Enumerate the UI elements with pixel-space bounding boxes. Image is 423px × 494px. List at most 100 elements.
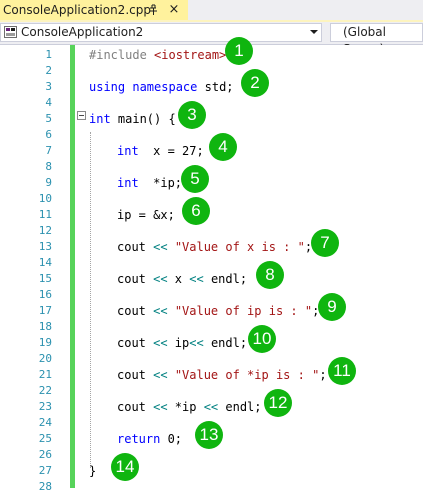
code-token: << xyxy=(153,240,168,254)
code-line-1: #include <iostream> xyxy=(89,47,226,63)
code-token: cout xyxy=(117,240,154,254)
code-token: <iostream> xyxy=(154,48,227,62)
line-number: 11 xyxy=(38,208,52,221)
close-icon[interactable]: × xyxy=(167,3,181,17)
tab-consoleapplication2-cpp[interactable]: ConsoleApplication2.cpp × xyxy=(0,0,188,20)
annotation-badge-1: 1 xyxy=(225,37,253,65)
indent-guide xyxy=(90,132,91,468)
code-token: << xyxy=(153,304,168,318)
line-number: 20 xyxy=(38,352,52,365)
code-token: ip = &x; xyxy=(117,208,175,222)
scope-dropdown[interactable]: (Global Scope) xyxy=(330,23,423,56)
line-number: 10 xyxy=(38,192,52,205)
code-line-13: cout << "Value of x is : "; xyxy=(117,239,312,255)
annotation-badge-2: 2 xyxy=(241,69,269,97)
annotation-badge-13: 13 xyxy=(195,421,223,449)
code-token: *ip; xyxy=(138,176,183,190)
line-number: 26 xyxy=(38,448,52,461)
code-line-25: return 0; xyxy=(117,431,182,447)
project-dropdown[interactable]: ConsoleApplication2 xyxy=(0,23,322,42)
line-number: 23 xyxy=(38,400,52,413)
tab-label: ConsoleApplication2.cpp xyxy=(3,3,151,17)
code-token: x xyxy=(167,272,190,286)
code-token: *ip xyxy=(167,400,204,414)
code-token: namespace xyxy=(132,80,198,94)
annotation-badge-10: 10 xyxy=(248,325,276,353)
code-line-11: ip = &x; xyxy=(117,207,175,223)
code-token: cout xyxy=(117,400,154,414)
code-line-17: cout << "Value of ip is : "; xyxy=(117,303,319,319)
annotation-badge-7: 7 xyxy=(311,229,339,257)
code-line-5: int main() { xyxy=(89,111,176,127)
chevron-down-icon xyxy=(310,30,318,34)
line-number: 24 xyxy=(38,416,52,429)
line-number: 6 xyxy=(45,128,52,141)
code-token: ; xyxy=(319,368,327,382)
code-token: << xyxy=(153,400,168,414)
code-token: int xyxy=(117,144,139,158)
annotation-badge-5: 5 xyxy=(181,165,209,193)
code-token: << xyxy=(153,368,168,382)
pin-icon[interactable] xyxy=(148,4,160,16)
code-token: "Value of *ip is : " xyxy=(174,368,320,382)
project-icon xyxy=(4,26,17,38)
code-line-27: } xyxy=(89,463,96,479)
code-token: ip xyxy=(167,336,190,350)
line-number: 19 xyxy=(38,336,52,349)
code-line-15: cout << x << endl; xyxy=(117,271,247,287)
code-token: using xyxy=(89,80,126,94)
line-number: 1 xyxy=(45,48,52,61)
code-token: cout xyxy=(117,368,154,382)
code-token: std; xyxy=(197,80,234,94)
line-number: 8 xyxy=(45,160,52,173)
code-token: main() { xyxy=(110,112,176,126)
code-token: << xyxy=(189,272,204,286)
annotation-badge-14: 14 xyxy=(111,453,139,481)
code-token: "Value of x is : " xyxy=(174,240,305,254)
line-number: 18 xyxy=(38,320,52,333)
line-number: 16 xyxy=(38,288,52,301)
code-token: return xyxy=(117,432,161,446)
code-token: endl; xyxy=(203,272,248,286)
line-number: 3 xyxy=(45,80,52,93)
annotation-badge-9: 9 xyxy=(318,293,346,321)
code-token: #include xyxy=(89,48,155,62)
code-token: 0; xyxy=(160,432,183,446)
code-editor[interactable]: 1 2 3 4 5 6 7 8 9 10 11 12 13 14 15 16 17 18 19 20 21 22 23 24 2… xyxy=(0,37,423,493)
code-line-7: int x = 27; xyxy=(117,143,204,159)
line-number: 22 xyxy=(38,384,52,397)
navigation-bar: ConsoleApplication2 (Global Scope) xyxy=(0,22,423,56)
project-dropdown-label: ConsoleApplication2 xyxy=(21,25,144,39)
collapse-icon[interactable] xyxy=(77,111,86,120)
line-number: 27 xyxy=(38,464,52,477)
line-number: 4 xyxy=(45,96,52,109)
code-token: } xyxy=(89,464,97,478)
code-token: << xyxy=(189,336,204,350)
code-token: int xyxy=(117,176,139,190)
annotation-badge-4: 4 xyxy=(209,133,237,161)
line-number: 15 xyxy=(38,272,52,285)
code-line-21: cout << "Value of *ip is : "; xyxy=(117,367,327,383)
change-tracking-bar xyxy=(70,45,75,488)
annotation-badge-12: 12 xyxy=(264,389,292,417)
line-number: 25 xyxy=(38,432,52,445)
annotation-badge-6: 6 xyxy=(182,197,210,225)
line-number: 14 xyxy=(38,256,52,269)
code-token: endl; xyxy=(218,400,262,414)
line-number: 28 xyxy=(38,480,52,493)
line-number: 2 xyxy=(45,64,52,77)
document-tab-strip: ConsoleApplication2.cpp × xyxy=(0,0,423,22)
code-token: << xyxy=(203,400,219,414)
code-token: endl; xyxy=(203,336,248,350)
annotation-badge-8: 8 xyxy=(256,261,284,289)
code-token: cout xyxy=(117,336,154,350)
line-number: 9 xyxy=(45,176,52,189)
annotation-badge-3: 3 xyxy=(178,101,206,129)
line-number: 13 xyxy=(38,240,52,253)
code-line-23: cout << *ip << endl; xyxy=(117,399,262,415)
line-number: 5 xyxy=(45,112,52,125)
code-token: cout xyxy=(117,304,154,318)
